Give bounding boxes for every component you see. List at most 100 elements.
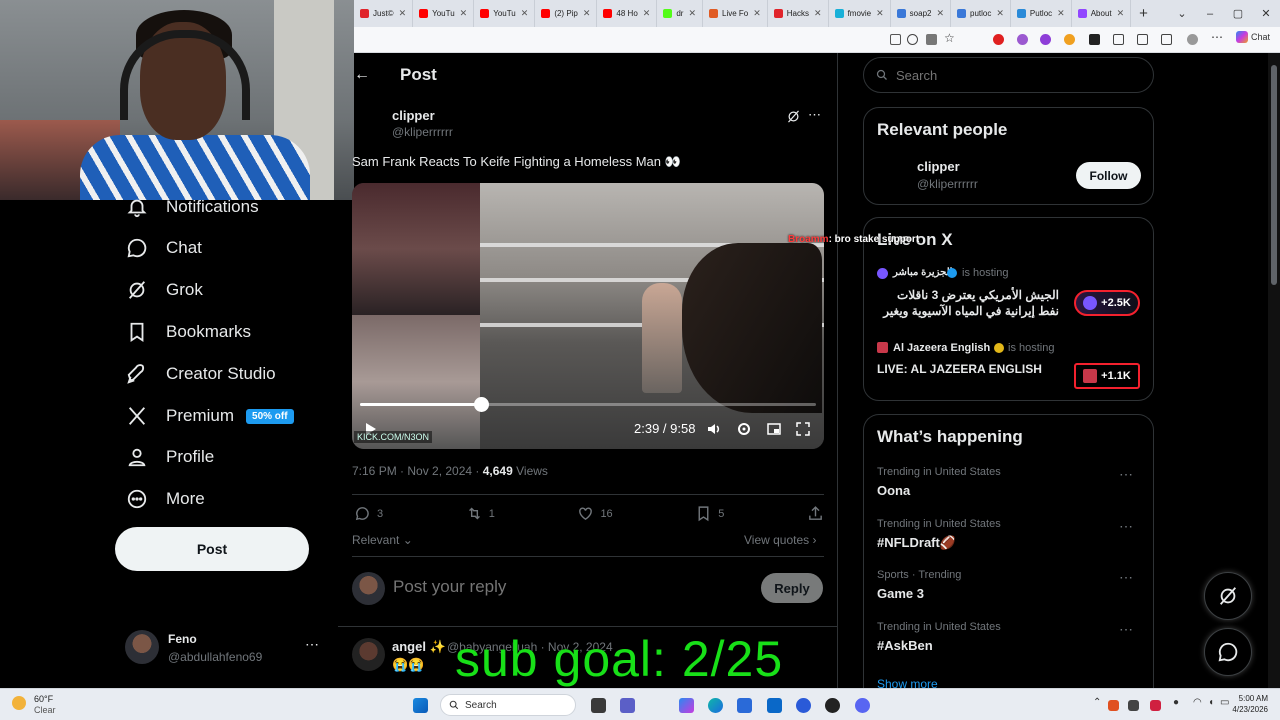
trend-item[interactable]: Sports · Trending Game 3 ⋯ [877,569,1142,601]
browser-tab[interactable]: soap2 ✕ [891,0,952,27]
favorite-star-icon[interactable]: ☆ [944,31,955,45]
tab-close-icon[interactable]: ✕ [460,8,468,19]
picture-in-picture-icon[interactable] [766,421,782,437]
tab-close-icon[interactable]: ✕ [876,8,884,19]
fullscreen-icon[interactable] [795,421,811,437]
tray-icon-2[interactable] [1128,700,1139,711]
tab-close-icon[interactable]: ✕ [996,8,1004,19]
account-more-icon[interactable]: ⋯ [305,636,319,653]
extension-icon-2[interactable] [1017,34,1028,45]
tab-close-icon[interactable]: ✕ [753,8,761,19]
wifi-icon[interactable]: ◠ [1193,697,1202,708]
post-author-handle[interactable]: @kliperrrrrr [392,125,453,139]
grok-fab[interactable] [1204,572,1252,620]
close-window-button[interactable]: ✕ [1252,7,1280,20]
nav-chat[interactable]: Chat [126,233,202,263]
trend-item[interactable]: Trending in United States Oona ⋯ [877,466,1142,498]
avatar[interactable] [352,638,385,671]
follow-button[interactable]: Follow [1076,162,1141,189]
browser-tab[interactable]: 48 Ho ✕ [597,0,658,27]
repost-action[interactable]: 1 [466,505,495,522]
reply-action[interactable]: 3 [354,505,383,522]
browser-tab[interactable]: dr ✕ [657,0,703,27]
browser-tab[interactable]: (2) Pip ✕ [535,0,598,27]
trend-item[interactable]: Trending in United States #NFLDraft🏈 ⋯ [877,518,1142,551]
back-arrow-icon[interactable]: ← [354,66,370,84]
obs-icon[interactable] [825,698,840,713]
app-available-icon[interactable] [890,34,901,45]
tab-close-icon[interactable]: ✕ [936,8,944,19]
nav-bookmarks[interactable]: Bookmarks [126,317,251,347]
edge-icon[interactable] [708,698,723,713]
extension-icon-5[interactable] [1089,34,1100,45]
nav-premium[interactable]: Premium 50% off [126,401,294,431]
maximize-button[interactable]: ▢ [1224,7,1252,20]
like-action[interactable]: 16 [577,505,613,522]
new-tab-button[interactable]: + [1139,5,1148,22]
taskbar-clock[interactable]: 5:00 AM 4/23/2026 [1226,694,1268,714]
volume-icon[interactable]: ◖ [1208,697,1214,708]
nav-notifications[interactable]: Notifications [126,192,259,222]
browser-tab[interactable]: Putloc ✕ [1011,0,1072,27]
store-icon[interactable] [737,698,752,713]
browser-tab[interactable]: Just© ✕ [354,0,414,27]
copilot-chat-button[interactable]: Chat [1236,31,1270,43]
person-name[interactable]: clipper [917,159,960,174]
tab-close-icon[interactable]: ✕ [814,8,822,19]
tab-close-icon[interactable]: ✕ [521,8,529,19]
tab-close-icon[interactable]: ✕ [643,8,651,19]
person-handle[interactable]: @kliperrrrrr [917,177,978,191]
page-scrollbar[interactable] [1268,53,1280,688]
tab-close-icon[interactable]: ✕ [1117,8,1125,19]
reply-button[interactable]: Reply [761,573,823,603]
browser-tab[interactable]: Live Fo ✕ [703,0,768,27]
trend-item[interactable]: Trending in United States #AskBen ⋯ [877,621,1142,653]
search-input[interactable] [896,67,1126,83]
bookmark-action[interactable]: 5 [695,505,724,522]
adblock-extension-icon[interactable] [993,34,1004,45]
scrollbar-thumb[interactable] [1271,65,1277,285]
messages-fab[interactable] [1204,628,1252,676]
post-author-name[interactable]: clipper [392,108,435,123]
browser-tab[interactable]: putloc ✕ [951,0,1011,27]
video-progress-bar[interactable] [360,397,816,412]
extension-icon-3[interactable] [1040,34,1051,45]
nav-more[interactable]: More [126,484,205,514]
outlook-icon[interactable] [767,698,782,713]
reply-author-name[interactable]: angel ✨ [392,639,446,655]
collections-icon[interactable] [1161,34,1172,45]
browser-tab[interactable]: Hacks ✕ [768,0,829,27]
browser-menu-icon[interactable]: ⋯ [1211,30,1223,44]
extension-icon-4[interactable] [1064,34,1075,45]
reply-sort-dropdown[interactable]: Relevant ⌄ [352,533,413,547]
browser-tab[interactable]: About ✕ [1072,0,1132,27]
view-quotes-link[interactable]: View quotes › [744,533,817,547]
live-listeners-button[interactable]: +2.5K [1074,290,1140,316]
browser-tab[interactable]: fmovie ✕ [829,0,891,27]
browser-tab[interactable]: YouTu ✕ [413,0,475,27]
tab-close-icon[interactable]: ✕ [1057,8,1065,19]
video-player[interactable]: 2:39 / 9:58 KICK.COM/N3ON [352,183,824,449]
share-action[interactable] [807,505,824,522]
search-box[interactable] [863,57,1154,93]
microphone-icon[interactable]: ● [1173,697,1179,708]
copilot-app-icon[interactable] [679,698,694,713]
grok-explain-icon[interactable] [786,109,801,124]
trend-more-icon[interactable]: ⋯ [1119,518,1134,535]
trend-more-icon[interactable]: ⋯ [1119,466,1134,483]
compose-post-button[interactable]: Post [115,527,309,571]
volume-icon[interactable] [706,421,722,437]
weather-widget[interactable]: 60°F Clear [12,693,92,717]
zoom-icon[interactable] [907,34,918,45]
account-switcher[interactable]: Feno @abdullahfeno69 ⋯ [125,630,325,670]
tab-close-icon[interactable]: ✕ [583,8,591,19]
taskbar-search[interactable]: Search [440,694,576,716]
settings-gear-icon[interactable] [736,421,752,437]
split-screen-icon[interactable] [1137,34,1148,45]
read-aloud-icon[interactable] [926,34,937,45]
browser-tab[interactable]: YouTu ✕ [474,0,536,27]
file-explorer-icon[interactable] [591,698,606,713]
tab-close-icon[interactable]: ✕ [688,8,696,19]
profile-icon[interactable] [1187,34,1198,45]
tray-icon-3[interactable] [1150,700,1161,711]
